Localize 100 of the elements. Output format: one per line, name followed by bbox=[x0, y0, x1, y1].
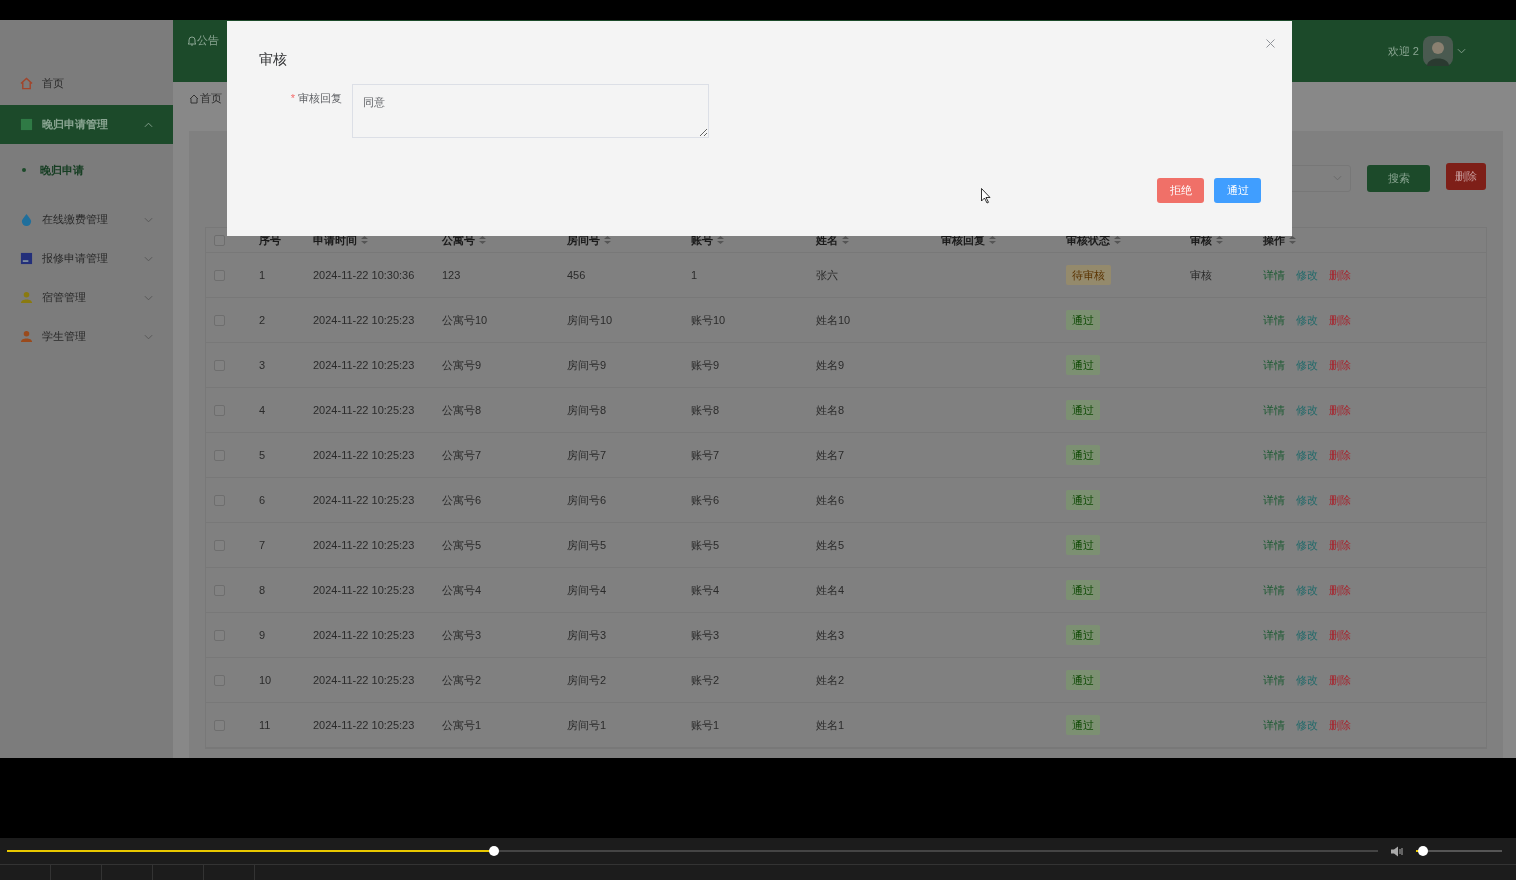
table-cell: 8 bbox=[259, 583, 266, 596]
edit-link[interactable]: 修改 bbox=[1296, 581, 1318, 599]
delete-link[interactable]: 删除 bbox=[1329, 356, 1351, 374]
close-icon[interactable] bbox=[1266, 39, 1275, 48]
status-tag: 通过 bbox=[1066, 399, 1100, 421]
table-cell: 姓名7 bbox=[816, 448, 845, 461]
table-cell: 4 bbox=[259, 403, 266, 416]
edit-link[interactable]: 修改 bbox=[1296, 626, 1318, 644]
monitor-icon bbox=[20, 252, 33, 265]
sort-icon[interactable] bbox=[842, 236, 849, 244]
detail-link[interactable]: 详情 bbox=[1263, 266, 1285, 284]
detail-link[interactable]: 详情 bbox=[1263, 446, 1285, 464]
table-cell: 姓名9 bbox=[816, 358, 845, 371]
sidebar-item[interactable]: 报修申请管理 bbox=[0, 239, 173, 278]
sort-icon[interactable] bbox=[361, 236, 368, 244]
status-tag: 通过 bbox=[1066, 624, 1100, 646]
detail-link[interactable]: 详情 bbox=[1263, 716, 1285, 734]
chevron-up-icon bbox=[144, 121, 153, 128]
approve-button[interactable]: 通过 bbox=[1214, 178, 1261, 203]
detail-link[interactable]: 详情 bbox=[1263, 581, 1285, 599]
speaker-icon[interactable] bbox=[1390, 845, 1404, 857]
table-cell: 姓名5 bbox=[816, 538, 845, 551]
delete-link[interactable]: 删除 bbox=[1329, 671, 1351, 689]
table-cell: 房间号9 bbox=[567, 358, 607, 371]
edit-link[interactable]: 修改 bbox=[1296, 356, 1318, 374]
edit-link[interactable]: 修改 bbox=[1296, 401, 1318, 419]
table-cell: 公寓号4 bbox=[442, 583, 482, 596]
delete-link[interactable]: 删除 bbox=[1329, 266, 1351, 284]
table-cell: 房间号8 bbox=[567, 403, 607, 416]
delete-link[interactable]: 删除 bbox=[1329, 716, 1351, 734]
sort-icon[interactable] bbox=[604, 236, 611, 244]
detail-link[interactable]: 详情 bbox=[1263, 311, 1285, 329]
table-cell: 10 bbox=[259, 673, 272, 686]
table-cell: 房间号6 bbox=[567, 493, 607, 506]
sidebar-item[interactable]: 在线缴费管理 bbox=[0, 200, 173, 239]
table-cell: 账号2 bbox=[691, 673, 720, 686]
breadcrumb-link[interactable]: 首页 bbox=[200, 90, 222, 107]
status-tag: 通过 bbox=[1066, 444, 1100, 466]
table-cell: 账号9 bbox=[691, 358, 720, 371]
detail-link[interactable]: 详情 bbox=[1263, 536, 1285, 554]
sidebar-item[interactable]: 宿管管理 bbox=[0, 278, 173, 317]
edit-link[interactable]: 修改 bbox=[1296, 716, 1318, 734]
table-cell: 2024-11-22 10:25:23 bbox=[313, 313, 415, 326]
person-icon bbox=[20, 291, 33, 304]
status-tag: 通过 bbox=[1066, 354, 1100, 376]
search-button[interactable]: 搜索 bbox=[1367, 164, 1430, 192]
table-cell: 房间号10 bbox=[567, 313, 613, 326]
table-cell: 1 bbox=[259, 268, 266, 281]
audit-link[interactable]: 审核 bbox=[1190, 268, 1212, 281]
edit-link[interactable]: 修改 bbox=[1296, 311, 1318, 329]
sort-icon[interactable] bbox=[989, 236, 996, 244]
table-cell: 公寓号8 bbox=[442, 403, 482, 416]
table-cell: 账号5 bbox=[691, 538, 720, 551]
sidebar-item[interactable]: 学生管理 bbox=[0, 317, 173, 356]
table-cell: 账号4 bbox=[691, 583, 720, 596]
table-cell: 2024-11-22 10:25:23 bbox=[313, 538, 415, 551]
avatar-icon[interactable] bbox=[1423, 36, 1453, 66]
status-tag: 通过 bbox=[1066, 714, 1100, 736]
edit-link[interactable]: 修改 bbox=[1296, 536, 1318, 554]
table-cell: 5 bbox=[259, 448, 266, 461]
volume-thumb[interactable] bbox=[1417, 846, 1428, 856]
status-tag: 通过 bbox=[1066, 579, 1100, 601]
reject-button[interactable]: 拒绝 bbox=[1157, 178, 1204, 203]
home-icon bbox=[189, 93, 199, 104]
detail-link[interactable]: 详情 bbox=[1263, 356, 1285, 374]
progress-thumb[interactable] bbox=[488, 846, 499, 856]
delete-link[interactable]: 删除 bbox=[1329, 491, 1351, 509]
detail-link[interactable]: 详情 bbox=[1263, 626, 1285, 644]
edit-link[interactable]: 修改 bbox=[1296, 491, 1318, 509]
reply-textarea[interactable]: 同意 bbox=[352, 84, 709, 138]
edit-link[interactable]: 修改 bbox=[1296, 671, 1318, 689]
delete-button[interactable]: 删除 bbox=[1446, 162, 1486, 190]
detail-link[interactable]: 详情 bbox=[1263, 401, 1285, 419]
detail-link[interactable]: 详情 bbox=[1263, 491, 1285, 509]
table-cell: 姓名1 bbox=[816, 718, 845, 731]
notice-link[interactable]: 公告 bbox=[197, 31, 219, 49]
table-cell: 账号7 bbox=[691, 448, 720, 461]
table-cell: 房间号4 bbox=[567, 583, 607, 596]
column-header: 姓名 bbox=[816, 232, 838, 248]
delete-link[interactable]: 删除 bbox=[1329, 581, 1351, 599]
sort-icon[interactable] bbox=[1216, 236, 1223, 244]
table-cell: 2 bbox=[259, 313, 266, 326]
sort-icon[interactable] bbox=[479, 236, 486, 244]
table-cell: 2024-11-22 10:25:23 bbox=[313, 718, 415, 731]
sort-icon[interactable] bbox=[1289, 236, 1296, 244]
table-cell: 姓名3 bbox=[816, 628, 845, 641]
sidebar-item[interactable]: 晚归申请管理 bbox=[0, 105, 173, 144]
detail-link[interactable]: 详情 bbox=[1263, 671, 1285, 689]
sort-icon[interactable] bbox=[1114, 236, 1121, 244]
delete-link[interactable]: 删除 bbox=[1329, 536, 1351, 554]
delete-link[interactable]: 删除 bbox=[1329, 446, 1351, 464]
sidebar-item[interactable]: 首页 bbox=[0, 64, 173, 103]
edit-link[interactable]: 修改 bbox=[1296, 446, 1318, 464]
edit-link[interactable]: 修改 bbox=[1296, 266, 1318, 284]
chevron-down-icon bbox=[1457, 48, 1466, 54]
delete-link[interactable]: 删除 bbox=[1329, 311, 1351, 329]
sort-icon[interactable] bbox=[717, 236, 724, 244]
sidebar-subitem[interactable]: 晚归申请 bbox=[0, 144, 173, 196]
delete-link[interactable]: 删除 bbox=[1329, 401, 1351, 419]
delete-link[interactable]: 删除 bbox=[1329, 626, 1351, 644]
